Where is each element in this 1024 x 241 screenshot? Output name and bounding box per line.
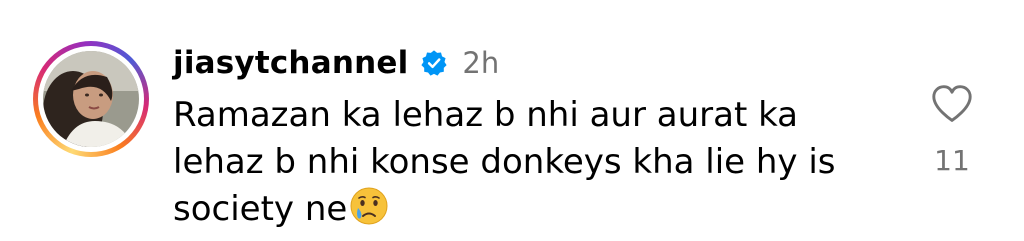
avatar-story-ring[interactable]	[33, 41, 149, 157]
comment-text: Ramazan ka lehaz b nhi aur aurat ka leha…	[173, 92, 893, 233]
comment: jiasytchannel 2h Ramazan ka lehaz b nhi …	[173, 40, 893, 233]
username-link[interactable]: jiasytchannel	[173, 45, 408, 81]
comment-header: jiasytchannel 2h	[173, 40, 893, 86]
comment-text-content: Ramazan ka lehaz b nhi aur aurat ka leha…	[173, 95, 836, 229]
avatar[interactable]	[43, 51, 139, 147]
like-section: 11	[924, 84, 980, 177]
heart-outline-icon[interactable]	[930, 84, 974, 124]
like-count: 11	[934, 144, 970, 177]
avatar-photo	[43, 51, 139, 147]
verified-badge-icon	[421, 50, 448, 76]
crying-face-emoji-icon	[350, 187, 388, 225]
avatar-ring-gap	[38, 46, 144, 152]
comment-timestamp: 2h	[462, 46, 500, 80]
